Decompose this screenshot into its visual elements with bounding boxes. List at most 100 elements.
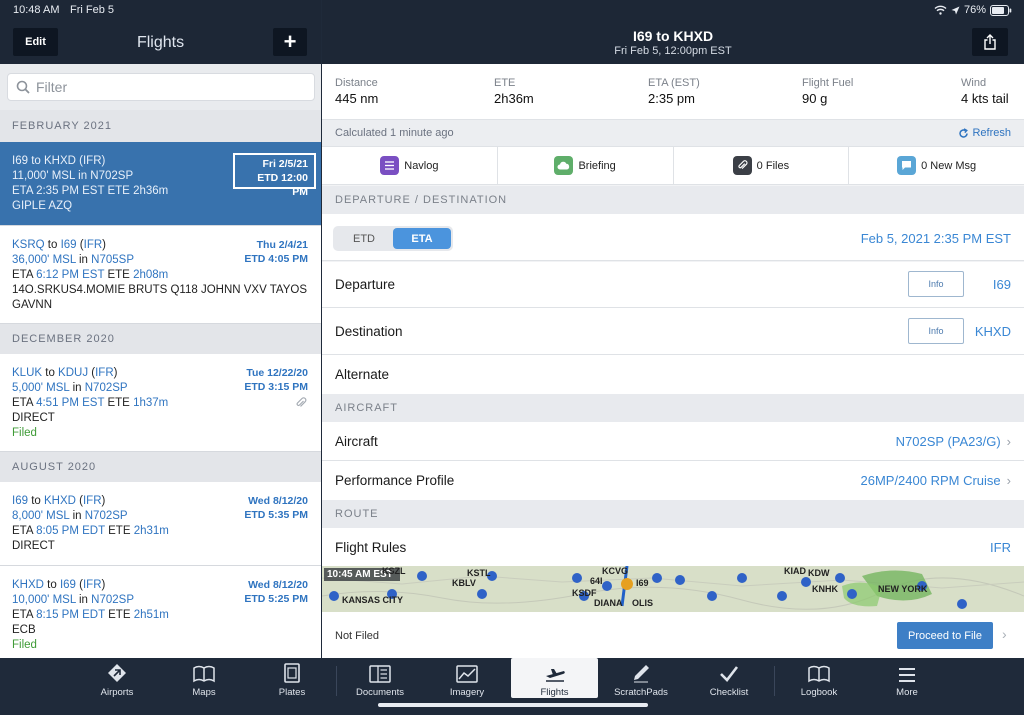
filter-input[interactable]: Filter <box>7 73 315 101</box>
nav-label: ScratchPads <box>614 687 668 698</box>
etd-eta-row: ETD ETA Feb 5, 2021 2:35 PM EST <box>322 214 1024 261</box>
flight-tail: N705SP <box>91 254 134 266</box>
flight-rules: IFR <box>95 367 114 379</box>
flight-origin: I69 <box>12 495 28 507</box>
flight-stats-bar: Distance 445 nm ETE 2h36m ETA (EST) 2:35 pm… <box>322 64 1024 120</box>
flight-row[interactable]: I69 to KHXD (IFR) 11,000' MSL in N702SP … <box>0 142 321 226</box>
nav-airports[interactable]: Airports <box>82 658 152 698</box>
nav-maps[interactable]: Maps <box>170 658 238 698</box>
flight-in-word: in <box>72 510 82 522</box>
add-flight-button[interactable]: + <box>273 28 307 56</box>
share-icon <box>984 34 996 50</box>
flight-status: Filed <box>12 639 37 651</box>
flight-row[interactable]: KSRQ to I69 (IFR) 36,000' MSL in N705SP … <box>0 226 321 324</box>
destination-row[interactable]: Destination Info KHXD <box>322 308 1024 355</box>
route-map-thumbnail[interactable]: 10:45 AM EST KSZL KSTL KBLV KANSAS CITY … <box>322 566 1024 612</box>
flight-ete-label: ETE <box>107 185 130 197</box>
flight-ete-label: ETE <box>107 397 130 409</box>
flight-ete: 2h31m <box>133 525 169 537</box>
map-label: KANSAS CITY <box>342 595 404 605</box>
nav-flights[interactable]: Flights <box>511 658 598 698</box>
map-label: NEW YORK <box>878 584 928 594</box>
nav-documents[interactable]: Documents <box>345 658 415 698</box>
flight-date: Wed 8/12/20 <box>248 495 308 507</box>
nav-checklist[interactable]: Checklist <box>694 658 764 698</box>
flight-rules: IFR <box>82 495 102 507</box>
performance-label: Performance Profile <box>335 473 455 488</box>
flight-date: Fri 2/5/21 <box>262 158 308 170</box>
home-indicator[interactable] <box>378 703 648 707</box>
tab-navlog[interactable]: Navlog <box>322 147 498 184</box>
stat-label: Flight Fuel <box>802 77 854 89</box>
flight-etd: ETD 5:25 PM <box>244 593 308 605</box>
flight-rules-row[interactable]: Flight Rules IFR <box>322 528 1024 566</box>
map-label: KIAD <box>784 566 806 576</box>
map-label: DIANA <box>594 598 623 608</box>
departure-info-button[interactable]: Info <box>908 271 964 297</box>
stat-value: 445 nm <box>335 91 379 106</box>
flight-dest: KDUJ <box>58 367 89 379</box>
documents-icon <box>369 665 391 683</box>
flight-in-word: in <box>79 254 88 266</box>
flight-origin: I69 <box>12 155 28 167</box>
chevron-right-icon: › <box>1006 434 1011 449</box>
flight-in-word: in <box>72 382 82 394</box>
plates-icon <box>284 663 300 683</box>
flights-icon <box>545 669 565 682</box>
performance-row[interactable]: Performance Profile 26MP/2400 RPM Cruise… <box>322 461 1024 500</box>
refresh-button[interactable]: Refresh <box>958 127 1011 139</box>
flight-to-word: to <box>31 155 41 167</box>
flight-row[interactable]: KLUK to KDUJ (IFR) 5,000' MSL in N702SP … <box>0 354 321 452</box>
tab-files[interactable]: 0 Files <box>674 147 850 184</box>
flight-rules-value: IFR <box>990 540 1011 555</box>
destination-info-button[interactable]: Info <box>908 318 964 344</box>
flight-etd: ETD 4:05 PM <box>244 253 308 265</box>
flight-eta-label: ETA <box>12 609 33 621</box>
eta-datetime[interactable]: Feb 5, 2021 2:35 PM EST <box>861 231 1011 246</box>
route-subtitle: Fri Feb 5, 12:00pm EST <box>614 45 732 57</box>
tab-label: 0 New Msg <box>921 159 977 172</box>
share-button[interactable] <box>972 28 1008 56</box>
departure-value: I69 <box>992 277 1011 292</box>
aircraft-row[interactable]: Aircraft N702SP (PA23/G) › <box>322 422 1024 461</box>
alternate-row[interactable]: Alternate <box>322 355 1024 394</box>
checklist-icon <box>720 666 739 682</box>
tab-label: 0 Files <box>756 159 790 172</box>
tab-messages[interactable]: 0 New Msg <box>849 147 1024 184</box>
calculated-row: Calculated 1 minute ago Refresh <box>322 120 1024 147</box>
flight-eta-label: ETA <box>12 397 33 409</box>
flight-alt: 5,000' MSL <box>12 382 70 394</box>
nav-label: Airports <box>100 687 134 698</box>
flight-to-word: to <box>45 367 55 379</box>
nav-divider <box>336 666 337 696</box>
flight-date-box: Fri 2/5/21 ETD 12:00 PM <box>233 153 316 198</box>
departure-row[interactable]: Departure Info I69 <box>322 262 1024 308</box>
battery-icon <box>990 4 1012 16</box>
imagery-icon <box>456 665 478 683</box>
proceed-to-file-button[interactable]: Proceed to File <box>897 622 993 649</box>
flight-origin: KHXD <box>12 579 44 591</box>
nav-scratchpads[interactable]: ScratchPads <box>606 658 676 698</box>
nav-plates[interactable]: Plates <box>258 658 326 698</box>
nav-more[interactable]: More <box>872 658 942 698</box>
etd-segment[interactable]: ETD <box>335 228 393 249</box>
flight-route: DIRECT <box>12 540 55 552</box>
chevron-right-icon[interactable]: › <box>1002 626 1007 642</box>
destination-label: Destination <box>335 324 403 339</box>
stat-value: 90 g <box>802 91 828 106</box>
flight-alt: 36,000' MSL <box>12 254 76 266</box>
tab-label: Briefing <box>578 159 616 172</box>
flight-to-word: to <box>31 495 41 507</box>
eta-segment[interactable]: ETA <box>393 228 451 249</box>
stat-value: 4 kts tail <box>961 91 1009 106</box>
nav-logbook[interactable]: Logbook <box>784 658 854 698</box>
flight-date-box: Thu 2/4/21 ETD 4:05 PM <box>244 238 308 266</box>
nav-imagery[interactable]: Imagery <box>432 658 502 698</box>
flight-rules: IFR <box>82 155 102 167</box>
flight-row[interactable]: I69 to KHXD (IFR) 8,000' MSL in N702SP E… <box>0 482 321 566</box>
flight-row[interactable]: KHXD to I69 (IFR) 10,000' MSL in N702SP … <box>0 566 321 658</box>
flight-date: Tue 12/22/20 <box>246 367 308 379</box>
tab-briefing[interactable]: Briefing <box>498 147 674 184</box>
flight-date: Thu 2/4/21 <box>256 239 308 251</box>
filing-row: Not Filed Proceed to File › <box>322 612 1024 658</box>
